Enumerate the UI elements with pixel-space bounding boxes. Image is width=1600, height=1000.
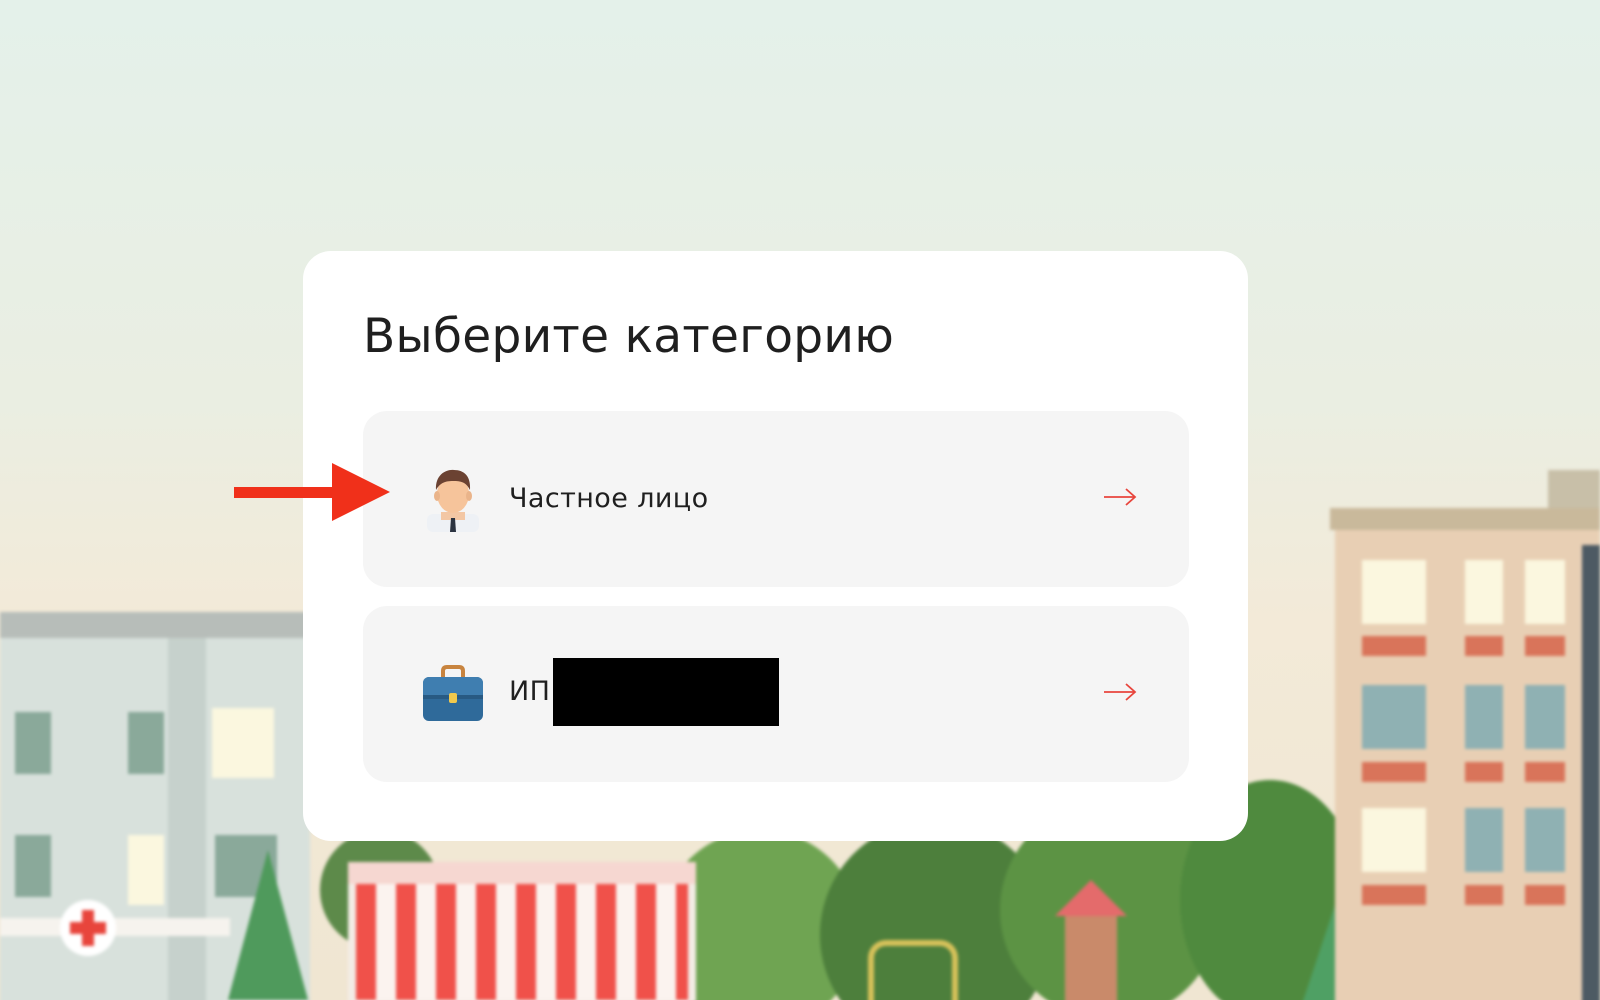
page-title: Выберите категорию (363, 309, 895, 364)
option-label-sole-proprietor: ИП (509, 676, 551, 707)
balcony (1362, 762, 1426, 782)
window (1525, 685, 1565, 749)
shop-sign (348, 862, 696, 884)
window (212, 708, 274, 778)
window (1362, 560, 1426, 624)
left-building-roof (0, 612, 310, 638)
balcony (1465, 885, 1503, 905)
balcony (1362, 885, 1426, 905)
window (1465, 685, 1503, 749)
balcony (1525, 636, 1565, 656)
annotation-arrow-icon (234, 463, 390, 521)
pharmacy-cross-icon (60, 900, 116, 956)
playground-roof (1055, 880, 1127, 916)
arrow-right-icon[interactable] (1103, 680, 1137, 704)
option-label-private-person: Частное лицо (509, 483, 709, 514)
right-building-roof (1330, 508, 1600, 530)
left-building-column (168, 638, 206, 1000)
playground-tower (1065, 916, 1117, 1000)
option-sole-proprietor[interactable]: ИП (363, 606, 1189, 782)
window (1525, 560, 1565, 624)
balcony (1465, 762, 1503, 782)
window (1465, 560, 1503, 624)
arrow-right-icon[interactable] (1103, 485, 1137, 509)
option-private-person[interactable]: Частное лицо (363, 411, 1189, 587)
category-card: Выберите категорию Частное лицо ИП (303, 251, 1248, 841)
window (1465, 808, 1503, 872)
window (15, 712, 51, 774)
balcony (1525, 885, 1565, 905)
window (128, 835, 164, 905)
balcony (1525, 762, 1565, 782)
window (1525, 808, 1565, 872)
right-building-top (1548, 470, 1600, 510)
person-icon (427, 469, 479, 532)
right-building-side (1582, 545, 1600, 1000)
window (15, 835, 51, 897)
window (128, 712, 164, 774)
window (1362, 808, 1426, 872)
tree-icon (228, 850, 308, 1000)
shop-awning (356, 884, 688, 1000)
window (1362, 685, 1426, 749)
balcony (1362, 636, 1426, 656)
balcony (1465, 636, 1503, 656)
briefcase-icon (423, 665, 483, 721)
swing-frame (868, 940, 958, 1000)
redacted-name (553, 658, 779, 726)
